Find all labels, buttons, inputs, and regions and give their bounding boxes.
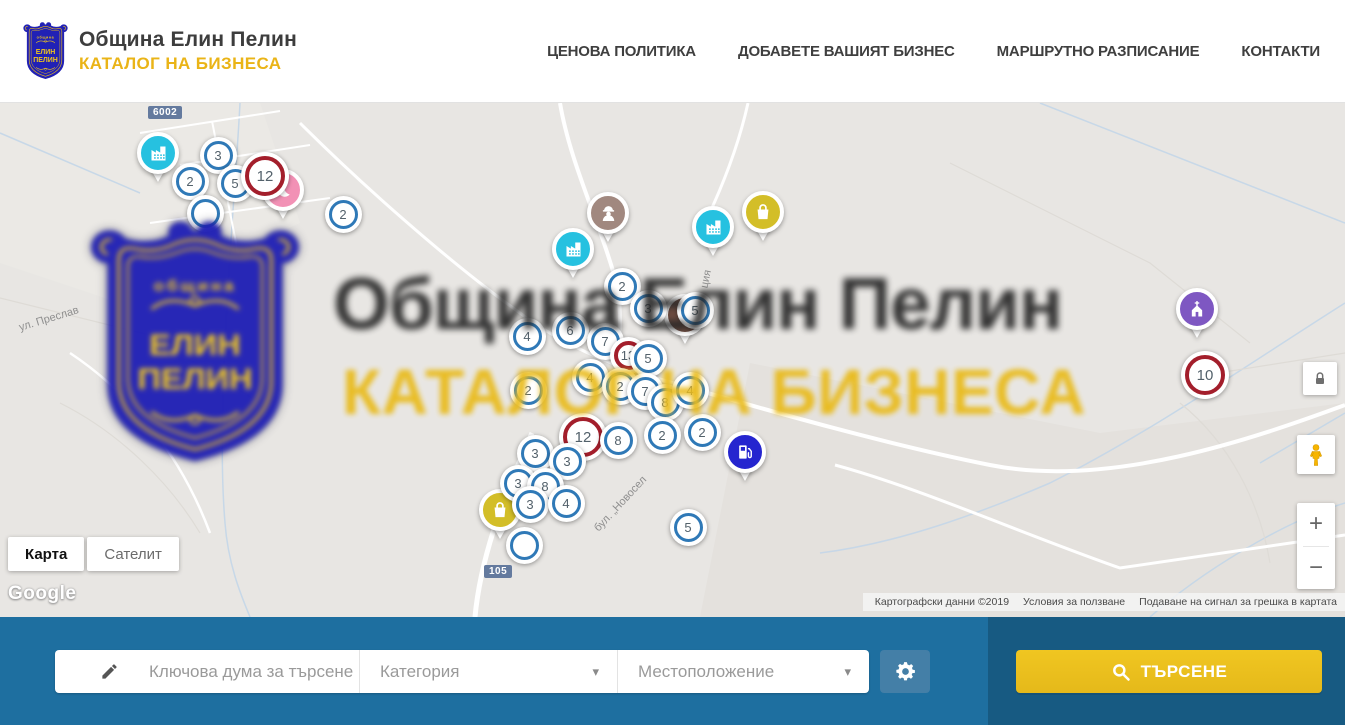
cluster-count: 10 xyxy=(1197,367,1214,384)
cluster-count: 2 xyxy=(186,174,193,189)
main-nav: ЦЕНОВА ПОЛИТИКА ДОБАВЕТЕ ВАШИЯТ БИЗНЕС М… xyxy=(547,43,1320,60)
cluster-count: 3 xyxy=(214,148,221,163)
nav-pricing-policy[interactable]: ЦЕНОВА ПОЛИТИКА xyxy=(547,43,696,60)
map-type-map-button[interactable]: Карта xyxy=(8,537,84,571)
map-pin[interactable] xyxy=(1176,288,1218,330)
search-submit-button[interactable]: ТЪРСЕНЕ xyxy=(1016,650,1322,693)
zoom-out-button[interactable]: − xyxy=(1297,547,1335,590)
report-map-error-link[interactable]: Подаване на сигнал за грешка в картата xyxy=(1139,596,1337,608)
site-subtitle: КАТАЛОГ НА БИЗНЕСА xyxy=(79,54,297,74)
location-select[interactable]: Местоположение ▾ xyxy=(618,650,869,693)
terms-of-use-link[interactable]: Условия за ползване xyxy=(1023,596,1125,608)
map-pin[interactable] xyxy=(692,206,734,248)
watermark-crest xyxy=(86,221,304,469)
factory-icon xyxy=(148,143,169,164)
cluster-marker[interactable]: 2 xyxy=(325,196,362,233)
cluster-count: 12 xyxy=(257,168,274,185)
cluster-count: 3 xyxy=(563,454,570,469)
nav-add-your-business[interactable]: ДОБАВЕТЕ ВАШИЯТ БИЗНЕС xyxy=(738,43,955,60)
google-logo[interactable]: Google xyxy=(8,583,76,605)
brand[interactable]: Община Елин Пелин КАТАЛОГ НА БИЗНЕСА xyxy=(22,22,297,81)
map-canvas[interactable]: 32512223564713542278412822333834510 Общи… xyxy=(0,103,1345,617)
church-icon xyxy=(1187,299,1207,319)
factory-icon xyxy=(563,239,584,260)
map-pin[interactable] xyxy=(742,191,784,233)
worker-icon xyxy=(598,203,619,224)
header: Община Елин Пелин КАТАЛОГ НА БИЗНЕСА ЦЕН… xyxy=(0,0,1345,103)
category-select-value: Категория xyxy=(380,662,459,682)
pegman-icon xyxy=(1304,441,1328,469)
map-type-control: Карта Сателит xyxy=(8,537,179,571)
location-select-value: Местоположение xyxy=(638,662,774,682)
cluster-marker[interactable]: 10 xyxy=(1181,351,1229,399)
zoom-in-button[interactable]: + xyxy=(1297,503,1335,546)
cluster-marker[interactable] xyxy=(506,527,543,564)
search-button-label: ТЪРСЕНЕ xyxy=(1141,662,1228,682)
watermark-title: Община Елин Пелин xyxy=(333,263,1062,346)
cluster-count: 2 xyxy=(658,428,665,443)
lock-control-button[interactable] xyxy=(1303,362,1337,395)
cluster-marker[interactable]: 5 xyxy=(670,509,707,546)
street-view-pegman-button[interactable] xyxy=(1297,435,1335,474)
gear-icon xyxy=(894,660,917,683)
map-attribution: Картографски данни ©2019 Условия за полз… xyxy=(863,593,1345,611)
map-data-copyright: Картографски данни ©2019 xyxy=(875,596,1009,608)
lock-icon xyxy=(1312,371,1328,387)
category-select[interactable]: Категория ▾ xyxy=(360,650,618,693)
cluster-count: 12 xyxy=(575,429,592,446)
map-type-satellite-button[interactable]: Сателит xyxy=(87,537,179,571)
chevron-down-icon: ▾ xyxy=(592,664,599,680)
fuel-icon xyxy=(735,442,755,462)
cluster-ring xyxy=(510,531,539,560)
keyword-field[interactable] xyxy=(55,650,360,693)
cluster-count: 3 xyxy=(526,497,533,512)
site-title: Община Елин Пелин xyxy=(79,28,297,52)
map-pin[interactable] xyxy=(724,431,766,473)
chevron-down-icon: ▾ xyxy=(844,664,851,680)
shopping-bag-icon xyxy=(753,202,773,222)
watermark-subtitle: КАТАЛОГ НА БИЗНЕСА xyxy=(342,355,1086,429)
cluster-marker[interactable]: 3 xyxy=(512,486,549,523)
nav-contacts[interactable]: КОНТАКТИ xyxy=(1241,43,1320,60)
cluster-marker[interactable]: 4 xyxy=(548,485,585,522)
cluster-count: 8 xyxy=(614,433,621,448)
cluster-count: 5 xyxy=(684,520,691,535)
cluster-count: 5 xyxy=(231,176,238,191)
pencil-icon xyxy=(100,662,119,681)
advanced-search-button[interactable] xyxy=(880,650,930,693)
cluster-count: 2 xyxy=(339,207,346,222)
cluster-count: 4 xyxy=(562,496,569,511)
cluster-marker[interactable]: 12 xyxy=(241,152,289,200)
municipality-crest-logo xyxy=(22,22,69,81)
search-bar: Категория ▾ Местоположение ▾ ТЪРСЕНЕ xyxy=(0,617,1345,725)
keyword-search-input[interactable] xyxy=(149,662,359,682)
shopping-bag-icon xyxy=(490,500,510,520)
search-fields-group: Категория ▾ Местоположение ▾ xyxy=(55,650,869,693)
factory-icon xyxy=(703,217,724,238)
cluster-count: 3 xyxy=(531,446,538,461)
nav-route-schedule[interactable]: МАРШРУТНО РАЗПИСАНИЕ xyxy=(997,43,1200,60)
map-pin[interactable] xyxy=(137,132,179,174)
zoom-control: + − xyxy=(1297,503,1335,589)
cluster-marker[interactable]: 2 xyxy=(172,163,209,200)
search-icon xyxy=(1111,662,1131,682)
